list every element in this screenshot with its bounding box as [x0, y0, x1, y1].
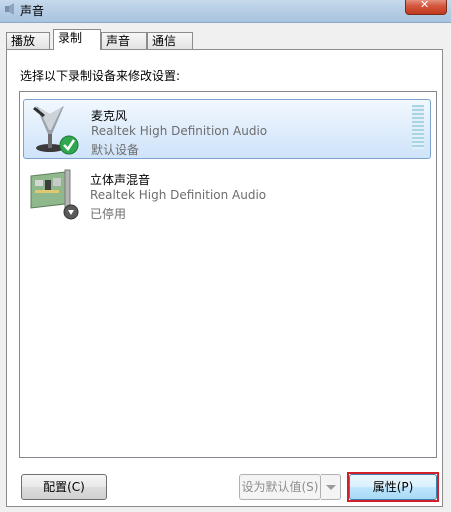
- disabled-arrow-icon: [63, 204, 79, 220]
- set-default-button[interactable]: 设为默认值(S): [239, 474, 321, 500]
- microphone-icon: [33, 106, 79, 155]
- device-name: 立体声混音: [90, 173, 151, 187]
- instruction-text: 选择以下录制设备来修改设置:: [20, 69, 181, 83]
- title-bar: 声音: [0, 0, 451, 23]
- close-button[interactable]: [405, 0, 447, 15]
- device-status: 默认设备: [91, 143, 140, 157]
- tab-communications[interactable]: 通信: [147, 32, 193, 49]
- configure-button[interactable]: 配置(C): [21, 474, 107, 500]
- properties-button[interactable]: 属性(P): [349, 474, 437, 500]
- tab-recording[interactable]: 录制: [53, 29, 101, 50]
- level-meter: [412, 105, 424, 149]
- recording-tab-panel: 选择以下录制设备来修改设置: 麦克风 Realtek High Definiti…: [6, 49, 443, 507]
- sound-card-icon: [30, 169, 79, 220]
- set-default-dropdown-button[interactable]: [321, 474, 341, 500]
- device-name: 麦克风: [91, 109, 128, 123]
- window-title: 声音: [20, 4, 45, 18]
- green-check-icon: [59, 135, 79, 155]
- device-driver: Realtek High Definition Audio: [91, 124, 268, 138]
- device-stereo-mix[interactable]: 立体声混音 Realtek High Definition Audio 已停用: [23, 164, 431, 224]
- speaker-icon: [5, 3, 14, 15]
- device-list[interactable]: 麦克风 Realtek High Definition Audio 默认设备 立…: [19, 91, 437, 458]
- device-microphone[interactable]: 麦克风 Realtek High Definition Audio 默认设备: [23, 99, 431, 159]
- device-status: 已停用: [90, 207, 127, 221]
- device-driver: Realtek High Definition Audio: [90, 188, 267, 202]
- tab-playback[interactable]: 播放: [6, 32, 50, 49]
- tab-sounds[interactable]: 声音: [101, 32, 147, 49]
